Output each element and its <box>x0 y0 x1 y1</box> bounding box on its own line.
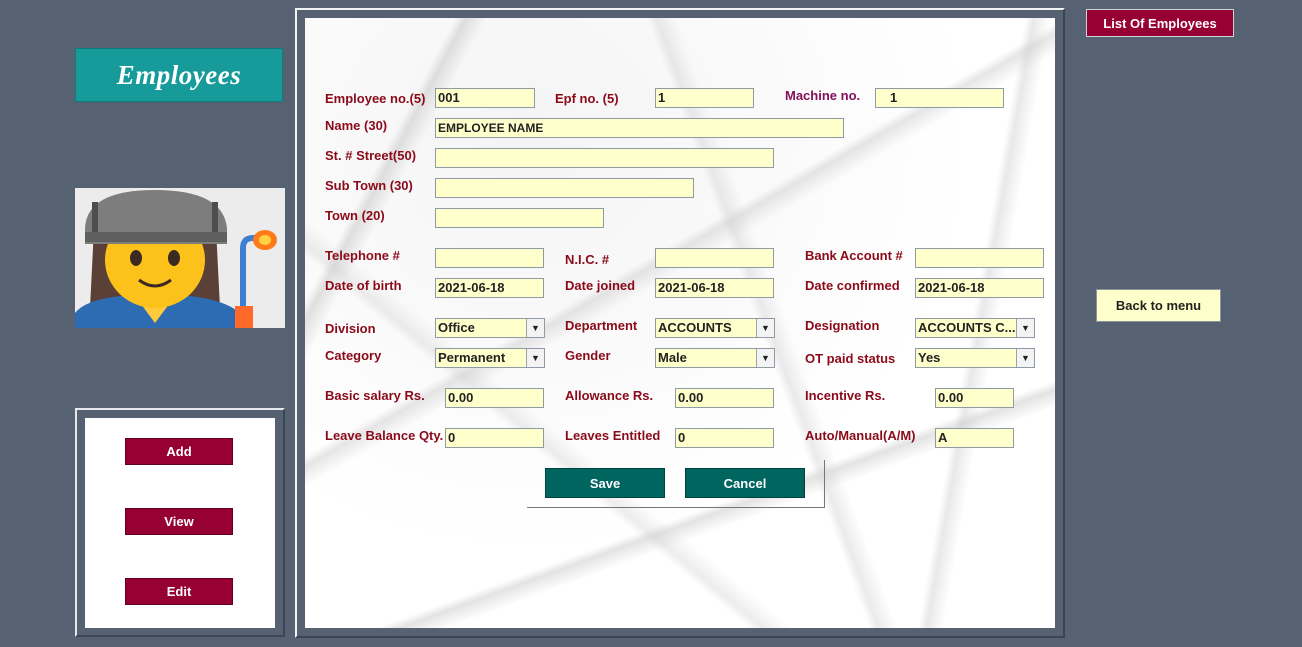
basic-salary-label: Basic salary Rs. <box>325 388 425 403</box>
list-of-employees-button[interactable]: List Of Employees <box>1086 9 1234 37</box>
incentive-field[interactable]: 0.00 <box>935 388 1014 408</box>
designation-label: Designation <box>805 318 880 333</box>
save-button[interactable]: Save <box>545 468 665 498</box>
department-select[interactable]: ACCOUNTS ▼ <box>655 318 775 338</box>
name-label: Name (30) <box>325 118 388 133</box>
division-select[interactable]: Office ▼ <box>435 318 545 338</box>
street-field[interactable] <box>435 148 774 168</box>
machine-no-label: Machine no. <box>785 88 861 103</box>
chevron-down-icon[interactable]: ▼ <box>526 349 544 367</box>
view-button[interactable]: View <box>125 508 233 535</box>
department-label: Department <box>565 318 638 333</box>
chevron-down-icon[interactable]: ▼ <box>1016 319 1034 337</box>
allowance-label: Allowance Rs. <box>565 388 654 403</box>
auto-manual-label: Auto/Manual(A/M) <box>805 428 916 443</box>
cancel-button[interactable]: Cancel <box>685 468 805 498</box>
nic-field[interactable] <box>655 248 774 268</box>
gender-value: Male <box>658 350 687 365</box>
leaves-entitled-field[interactable]: 0 <box>675 428 774 448</box>
designation-value: ACCOUNTS C... <box>918 320 1016 335</box>
ot-paid-status-select[interactable]: Yes ▼ <box>915 348 1035 368</box>
epf-no-field[interactable]: 1 <box>655 88 754 108</box>
date-confirmed-label: Date confirmed <box>805 278 900 293</box>
town-label: Town (20) <box>325 208 385 223</box>
basic-salary-field[interactable]: 0.00 <box>445 388 544 408</box>
sub-town-label: Sub Town (30) <box>325 178 413 193</box>
category-label: Category <box>325 348 382 363</box>
leaves-entitled-label: Leaves Entitled <box>565 428 661 443</box>
date-joined-label: Date joined <box>565 278 636 293</box>
bank-account-label: Bank Account # <box>805 248 903 263</box>
allowance-field[interactable]: 0.00 <box>675 388 774 408</box>
gender-select[interactable]: Male ▼ <box>655 348 775 368</box>
chevron-down-icon[interactable]: ▼ <box>756 319 774 337</box>
edit-button[interactable]: Edit <box>125 578 233 605</box>
category-value: Permanent <box>438 350 506 365</box>
street-label: St. # Street(50) <box>325 148 417 163</box>
date-of-birth-field[interactable]: 2021-06-18 <box>435 278 544 298</box>
ot-paid-status-value: Yes <box>918 350 941 365</box>
telephone-label: Telephone # <box>325 248 400 263</box>
name-field[interactable]: EMPLOYEE NAME <box>435 118 844 138</box>
category-select[interactable]: Permanent ▼ <box>435 348 545 368</box>
town-field[interactable] <box>435 208 604 228</box>
department-value: ACCOUNTS <box>658 320 732 335</box>
employee-no-field[interactable]: 001 <box>435 88 535 108</box>
ot-paid-status-label: OT paid status <box>805 351 896 366</box>
epf-no-label: Epf no. (5) <box>555 91 619 106</box>
bank-account-field[interactable] <box>915 248 1044 268</box>
chevron-down-icon[interactable]: ▼ <box>756 349 774 367</box>
page-title: Employees <box>116 59 242 90</box>
designation-select[interactable]: ACCOUNTS C... ▼ <box>915 318 1035 338</box>
leave-balance-label: Leave Balance Qty. <box>325 428 444 443</box>
leave-balance-field[interactable]: 0 <box>445 428 544 448</box>
add-button[interactable]: Add <box>125 438 233 465</box>
division-label: Division <box>325 321 376 336</box>
incentive-label: Incentive Rs. <box>805 388 886 403</box>
nic-label: N.I.C. # <box>565 252 610 267</box>
employee-no-label: Employee no.(5) <box>325 91 426 106</box>
page-title-banner: Employees <box>75 48 283 102</box>
woman-worker-icon <box>75 188 285 328</box>
telephone-field[interactable] <box>435 248 544 268</box>
chevron-down-icon[interactable]: ▼ <box>1016 349 1034 367</box>
gender-label: Gender <box>565 348 611 363</box>
auto-manual-field[interactable]: A <box>935 428 1014 448</box>
back-to-menu-button[interactable]: Back to menu <box>1096 289 1221 322</box>
date-of-birth-label: Date of birth <box>325 278 402 293</box>
sub-town-field[interactable] <box>435 178 694 198</box>
chevron-down-icon[interactable]: ▼ <box>526 319 544 337</box>
date-joined-field[interactable]: 2021-06-18 <box>655 278 774 298</box>
machine-no-field[interactable]: 1 <box>875 88 1004 108</box>
division-value: Office <box>438 320 475 335</box>
date-confirmed-field[interactable]: 2021-06-18 <box>915 278 1044 298</box>
avatar <box>75 188 285 328</box>
